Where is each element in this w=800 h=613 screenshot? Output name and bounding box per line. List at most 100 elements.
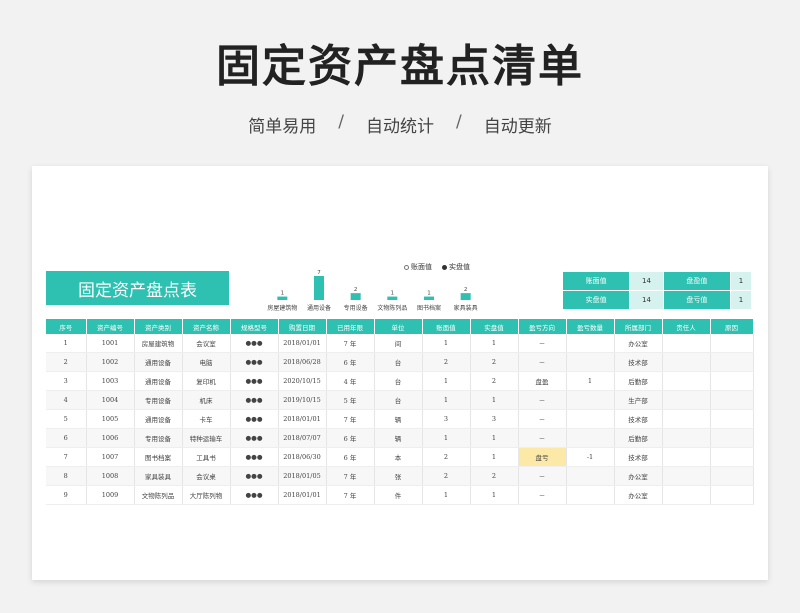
table-cell[interactable]: 生产部 (614, 390, 663, 410)
table-cell[interactable]: 1005 (86, 409, 135, 429)
table-cell[interactable]: 1003 (86, 371, 135, 391)
table-cell[interactable] (566, 485, 615, 505)
table-cell[interactable] (662, 334, 711, 353)
table-cell[interactable]: 图书档案 (134, 447, 183, 467)
table-cell[interactable]: 台 (374, 352, 423, 372)
table-cell[interactable]: 2 (422, 466, 471, 486)
table-cell[interactable]: 1 (470, 334, 519, 353)
table-cell[interactable]: 张 (374, 466, 423, 486)
table-cell[interactable]: 通用设备 (134, 352, 183, 372)
table-cell[interactable]: 盘亏 (518, 447, 567, 467)
table-cell[interactable]: 2018/01/01 (278, 334, 327, 353)
table-cell[interactable] (566, 466, 615, 486)
table-cell[interactable]: － (518, 352, 567, 372)
table-cell[interactable]: 1 (422, 485, 471, 505)
table-cell[interactable]: 7 年 (326, 334, 375, 353)
table-cell[interactable]: 特种运输车 (182, 428, 231, 448)
table-cell[interactable]: ●●● (230, 485, 279, 505)
table-cell[interactable]: － (518, 390, 567, 410)
table-cell[interactable]: 会议桌 (182, 466, 231, 486)
table-cell[interactable] (566, 334, 615, 353)
table-cell[interactable]: 6 (46, 428, 87, 448)
table-cell[interactable]: 1 (422, 390, 471, 410)
table-cell[interactable]: ●●● (230, 409, 279, 429)
table-cell[interactable]: 盘盈 (518, 371, 567, 391)
table-cell[interactable]: 7 年 (326, 485, 375, 505)
table-cell[interactable]: 2 (422, 352, 471, 372)
table-cell[interactable]: 1 (422, 428, 471, 448)
table-cell[interactable]: -1 (566, 447, 615, 467)
table-cell[interactable] (710, 485, 754, 505)
table-cell[interactable]: 2018/06/28 (278, 352, 327, 372)
table-cell[interactable]: 5 (46, 409, 87, 429)
table-cell[interactable]: 通用设备 (134, 371, 183, 391)
table-cell[interactable] (566, 352, 615, 372)
table-cell[interactable] (662, 371, 711, 391)
table-cell[interactable] (710, 371, 754, 391)
table-cell[interactable]: 复印机 (182, 371, 231, 391)
table-cell[interactable] (662, 390, 711, 410)
table-cell[interactable]: ●●● (230, 428, 279, 448)
table-cell[interactable]: 1 (470, 390, 519, 410)
table-cell[interactable]: 2 (422, 447, 471, 467)
table-cell[interactable]: 技术部 (614, 447, 663, 467)
table-cell[interactable] (662, 466, 711, 486)
table-cell[interactable]: 1008 (86, 466, 135, 486)
table-cell[interactable]: 家具装具 (134, 466, 183, 486)
table-cell[interactable] (566, 428, 615, 448)
table-cell[interactable] (710, 334, 754, 353)
table-cell[interactable]: ●●● (230, 390, 279, 410)
table-cell[interactable]: 技术部 (614, 352, 663, 372)
table-cell[interactable]: ●●● (230, 352, 279, 372)
table-cell[interactable]: － (518, 409, 567, 429)
table-cell[interactable]: ●●● (230, 447, 279, 467)
table-cell[interactable]: 件 (374, 485, 423, 505)
table-cell[interactable]: 6 年 (326, 352, 375, 372)
table-cell[interactable]: 本 (374, 447, 423, 467)
table-cell[interactable]: 2018/01/01 (278, 485, 327, 505)
table-cell[interactable]: 2020/10/15 (278, 371, 327, 391)
table-cell[interactable]: 文物陈列品 (134, 485, 183, 505)
table-cell[interactable]: 机床 (182, 390, 231, 410)
table-cell[interactable]: 7 年 (326, 466, 375, 486)
table-cell[interactable]: 1009 (86, 485, 135, 505)
table-cell[interactable]: 工具书 (182, 447, 231, 467)
table-cell[interactable]: 2 (470, 466, 519, 486)
table-cell[interactable]: 卡车 (182, 409, 231, 429)
table-cell[interactable]: 1006 (86, 428, 135, 448)
table-cell[interactable]: 5 年 (326, 390, 375, 410)
table-cell[interactable]: 间 (374, 334, 423, 353)
table-cell[interactable] (710, 466, 754, 486)
table-cell[interactable]: 1007 (86, 447, 135, 467)
table-cell[interactable]: － (518, 334, 567, 353)
table-cell[interactable]: 2018/01/01 (278, 409, 327, 429)
table-cell[interactable]: 3 (470, 409, 519, 429)
table-cell[interactable]: － (518, 466, 567, 486)
table-cell[interactable] (662, 428, 711, 448)
table-cell[interactable]: 辆 (374, 428, 423, 448)
table-cell[interactable]: 后勤部 (614, 371, 663, 391)
table-cell[interactable] (710, 447, 754, 467)
table-cell[interactable] (662, 352, 711, 372)
table-cell[interactable]: 台 (374, 371, 423, 391)
table-cell[interactable]: 6 年 (326, 428, 375, 448)
table-cell[interactable]: 7 年 (326, 409, 375, 429)
table-cell[interactable]: 专用设备 (134, 390, 183, 410)
table-cell[interactable]: 房屋建筑物 (134, 334, 183, 353)
table-cell[interactable]: 2 (46, 352, 87, 372)
table-cell[interactable]: 办公室 (614, 466, 663, 486)
table-cell[interactable]: 办公室 (614, 334, 663, 353)
table-cell[interactable]: 办公室 (614, 485, 663, 505)
table-cell[interactable]: 电脑 (182, 352, 231, 372)
table-cell[interactable]: 2 (470, 352, 519, 372)
table-cell[interactable]: 辆 (374, 409, 423, 429)
table-cell[interactable]: 大厅陈列物 (182, 485, 231, 505)
table-cell[interactable] (710, 428, 754, 448)
table-cell[interactable]: 2018/01/05 (278, 466, 327, 486)
table-cell[interactable]: 2018/07/07 (278, 428, 327, 448)
table-cell[interactable]: 8 (46, 466, 87, 486)
table-cell[interactable]: 通用设备 (134, 409, 183, 429)
table-cell[interactable] (710, 409, 754, 429)
table-cell[interactable]: 2019/10/15 (278, 390, 327, 410)
table-cell[interactable]: 3 (46, 371, 87, 391)
